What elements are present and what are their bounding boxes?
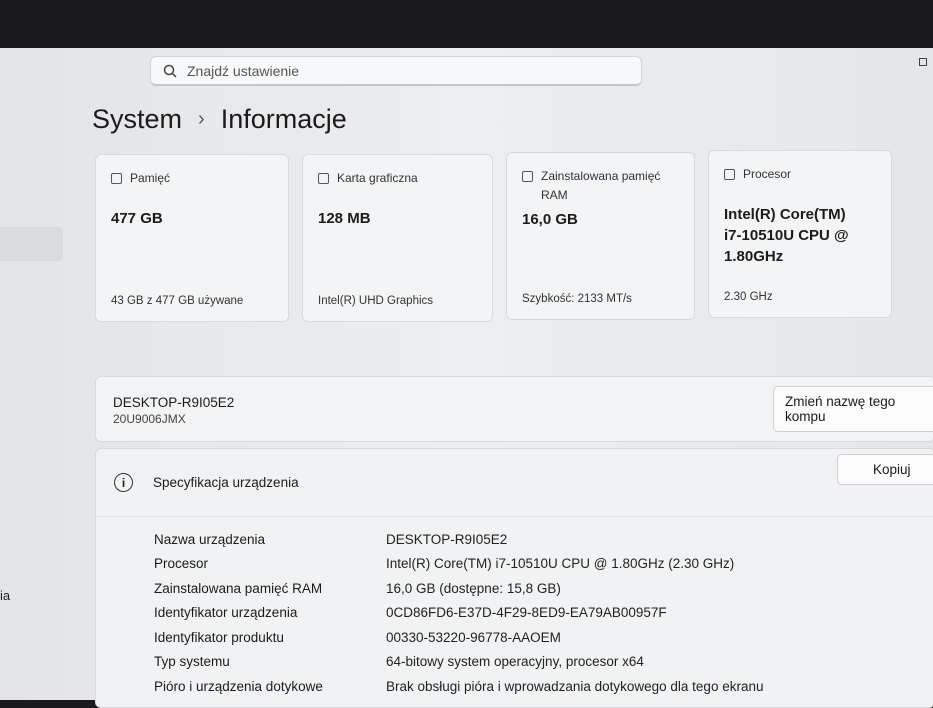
storage-card[interactable]: Pamięć 477 GB 43 GB z 477 GB używane [95, 154, 289, 322]
card-title: Karta graficzna [337, 171, 418, 185]
restore-window-button[interactable] [919, 58, 927, 66]
spec-row: Identyfikator urządzenia 0CD86FD6-E37D-4F… [154, 601, 933, 626]
spec-row: Nazwa urządzenia DESKTOP-R9I05E2 [154, 527, 933, 552]
info-icon: i [114, 473, 133, 492]
card-value: 477 GB [111, 210, 163, 227]
spec-value: Brak obsługi pióra i wprowadzania dotyko… [386, 678, 764, 694]
spec-value: 00330-53220-96778-AAOEM [386, 629, 561, 645]
rename-pc-button[interactable]: Zmień nazwę tego kompu [773, 386, 933, 432]
spec-label: Zainstalowana pamięć RAM [154, 580, 323, 596]
section-title: Specyfikacja urządzenia [153, 475, 299, 490]
card-title: Procesor [743, 167, 792, 181]
spec-label: Typ systemu [154, 654, 230, 670]
sidebar-item-label[interactable]: ia [0, 588, 10, 603]
search-icon [163, 64, 177, 78]
card-value: 128 MB [318, 210, 371, 227]
ram-icon [522, 171, 533, 182]
card-subtitle: Szybkość: 2133 MT/s [522, 293, 632, 305]
spec-row: Typ systemu 64-bitowy system operacyjny, … [154, 650, 933, 675]
spec-label: Identyfikator urządzenia [154, 605, 298, 621]
search-input[interactable]: Znajdź ustawienie [150, 56, 642, 86]
card-title: Pamięć [130, 171, 171, 185]
ram-card[interactable]: Zainstalowana pamięć RAM 16,0 GB Szybkoś… [506, 152, 695, 320]
cpu-icon [724, 169, 735, 180]
spec-row: Procesor Intel(R) Core(TM) i7-10510U CPU … [154, 552, 933, 577]
storage-icon [111, 173, 122, 184]
sidebar-selected-item[interactable] [0, 227, 63, 261]
card-title: Zainstalowana pamięć RAM [541, 169, 661, 202]
card-subtitle: 43 GB z 477 GB używane [111, 295, 244, 307]
spec-label: Procesor [154, 556, 209, 572]
spec-value: 0CD86FD6-E37D-4F29-8ED9-EA79AB00957F [386, 605, 667, 621]
chevron-right-icon: › [198, 108, 205, 130]
gpu-icon [318, 173, 329, 184]
gpu-card[interactable]: Karta graficzna 128 MB Intel(R) UHD Grap… [302, 154, 493, 322]
page-title: Informacje [220, 104, 347, 134]
spec-value: DESKTOP-R9I05E2 [386, 531, 508, 547]
spec-row: Pióro i urządzenia dotykowe Brak obsługi … [154, 674, 933, 699]
spec-value: Intel(R) Core(TM) i7-10510U CPU @ 1.80GH… [386, 556, 735, 572]
spec-label: Pióro i urządzenia dotykowe [154, 678, 323, 694]
spec-label: Identyfikator produktu [154, 629, 284, 645]
copy-button[interactable]: Kopiuj [837, 454, 933, 485]
card-value: Intel(R) Core(TM) i7-10510U CPU @ 1.80GH… [724, 206, 849, 265]
breadcrumb-system[interactable]: System [92, 104, 182, 135]
device-specs-panel: i Specyfikacja urządzenia Nazwa urządzen… [95, 448, 933, 708]
card-subtitle: Intel(R) UHD Graphics [318, 295, 434, 307]
spec-value: 16,0 GB (dostępne: 15,8 GB) [386, 580, 561, 596]
card-subtitle: 2.30 GHz [724, 291, 773, 303]
settings-window: Znajdź ustawienie ia System › Informacje… [0, 48, 933, 708]
card-value: 16,0 GB [522, 211, 578, 228]
breadcrumb: System › Informacje [92, 104, 347, 135]
spec-label: Nazwa urządzenia [154, 531, 266, 547]
spec-value: 64-bitowy system operacyjny, procesor x6… [386, 654, 644, 670]
search-placeholder: Znajdź ustawienie [187, 62, 300, 79]
spec-row: Identyfikator produktu 00330-53220-96778-… [154, 625, 933, 650]
spec-row: Zainstalowana pamięć RAM 16,0 GB (dostępn… [154, 576, 933, 601]
cpu-card[interactable]: Procesor Intel(R) Core(TM) i7-10510U CPU… [708, 150, 892, 318]
